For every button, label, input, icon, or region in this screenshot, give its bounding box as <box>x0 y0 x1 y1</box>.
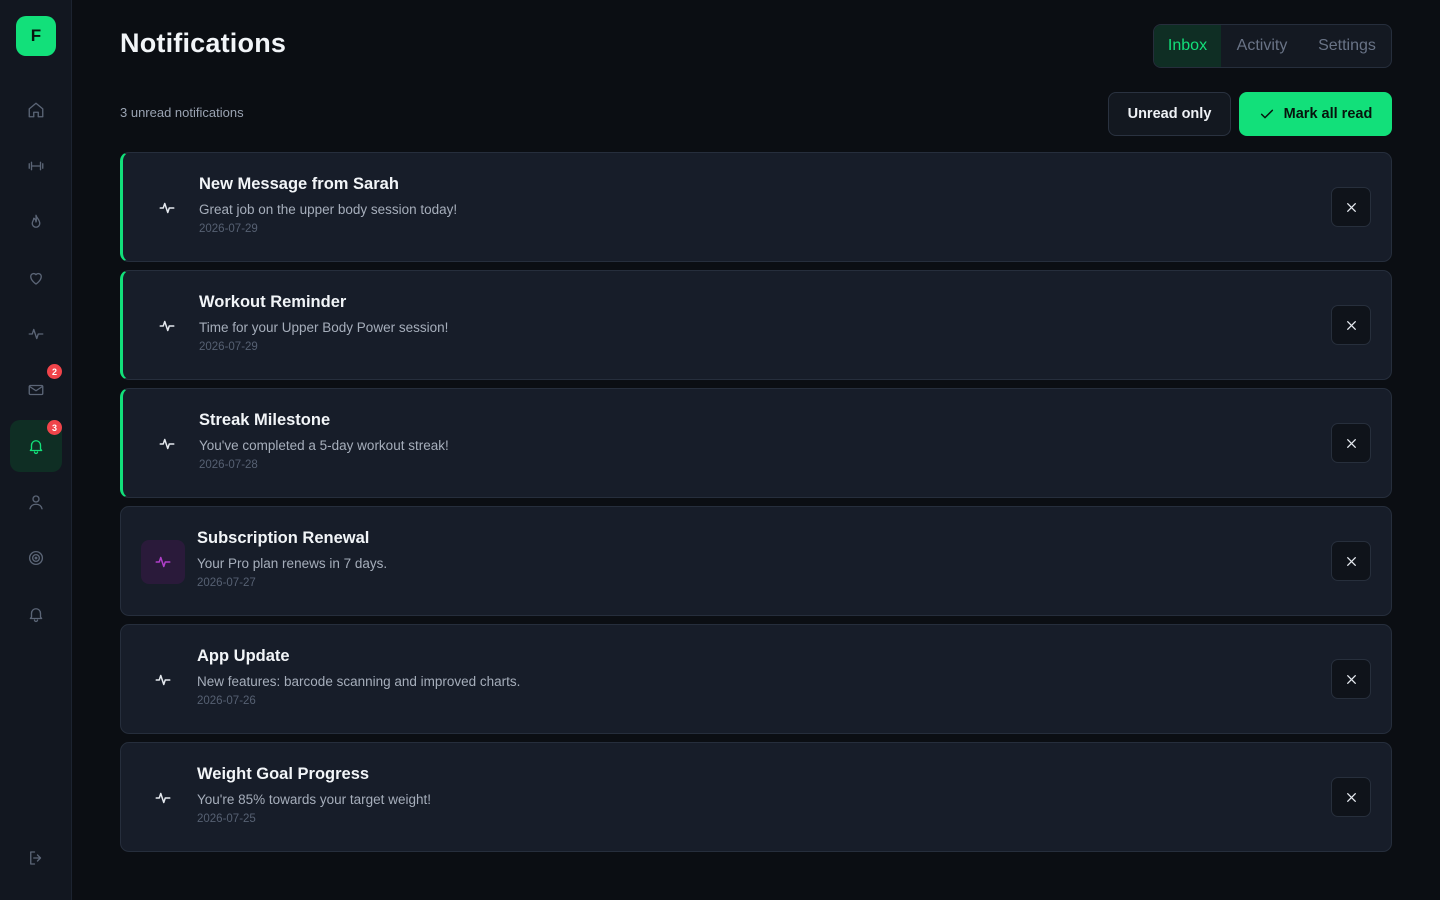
sidebar: F 2 3 <box>0 0 72 900</box>
notification-message: You're 85% towards your target weight! <box>197 792 431 807</box>
close-icon <box>1346 438 1356 448</box>
notification-icon <box>145 304 189 348</box>
sidebar-item-notifications[interactable]: 3 <box>10 420 62 472</box>
pulse-icon <box>28 328 44 340</box>
dismiss-button[interactable] <box>1331 541 1371 581</box>
notification-message: New features: barcode scanning and impro… <box>197 674 521 689</box>
page-title: Notifications <box>120 28 287 58</box>
notification-date: 2026-07-26 <box>197 695 256 707</box>
home-icon <box>28 102 44 118</box>
sidebar-item-health[interactable] <box>10 252 62 304</box>
notification-title: New Message from Sarah <box>199 175 399 193</box>
sidebar-item-home[interactable] <box>10 84 62 136</box>
notification-item[interactable]: Subscription Renewal Your Pro plan renew… <box>120 506 1392 616</box>
sidebar-item-goals[interactable] <box>10 532 62 584</box>
notifications-badge: 3 <box>47 420 62 435</box>
notification-content: App Update New features: barcode scannin… <box>197 647 520 707</box>
unread-count-text: 3 unread notifications <box>120 105 244 120</box>
target-icon <box>28 550 44 566</box>
notification-icon <box>141 658 185 702</box>
dumbbell-icon <box>28 161 44 171</box>
close-icon <box>1346 792 1356 802</box>
user-icon <box>29 495 43 510</box>
close-icon <box>1346 674 1356 684</box>
notification-message: Your Pro plan renews in 7 days. <box>197 556 388 571</box>
notification-title: Subscription Renewal <box>197 529 370 547</box>
sidebar-item-nutrition[interactable] <box>10 196 62 248</box>
dismiss-button[interactable] <box>1331 659 1371 699</box>
sidebar-item-messages[interactable]: 2 <box>10 364 62 416</box>
notification-icon <box>141 776 185 820</box>
sidebar-item-profile[interactable] <box>10 476 62 528</box>
app-logo[interactable]: F <box>16 16 56 56</box>
notification-title: Weight Goal Progress <box>197 765 370 783</box>
notification-message: You've completed a 5-day workout streak! <box>199 438 449 453</box>
unread-only-button[interactable]: Unread only <box>1108 92 1231 136</box>
notification-item[interactable]: Workout Reminder Time for your Upper Bod… <box>120 270 1392 380</box>
notification-item[interactable]: New Message from Sarah Great job on the … <box>120 152 1392 262</box>
notification-icon <box>145 422 189 466</box>
notification-content: Workout Reminder Time for your Upper Bod… <box>199 293 448 353</box>
notification-date: 2026-07-27 <box>197 577 256 589</box>
notification-content: Streak Milestone You've completed a 5-da… <box>199 411 449 471</box>
mark-all-read-button[interactable]: Mark all read <box>1239 92 1392 136</box>
close-icon <box>1346 202 1356 212</box>
notification-content: Subscription Renewal Your Pro plan renew… <box>197 529 387 589</box>
pulse-icon <box>155 792 171 804</box>
tab-inbox[interactable]: Inbox <box>1154 25 1221 67</box>
pulse-icon <box>159 438 175 450</box>
dismiss-button[interactable] <box>1331 423 1371 463</box>
sidebar-item-alerts[interactable] <box>10 588 62 640</box>
unread-only-label: Unread only <box>1127 106 1212 122</box>
bell-icon <box>29 440 43 455</box>
notification-icon <box>145 186 189 230</box>
notification-date: 2026-07-29 <box>199 341 258 353</box>
tab-bar: Inbox Activity Settings <box>1153 24 1392 68</box>
heart-icon <box>30 272 42 285</box>
tab-activity[interactable]: Activity <box>1221 25 1303 67</box>
dismiss-button[interactable] <box>1331 777 1371 817</box>
notification-message: Great job on the upper body session toda… <box>199 202 458 217</box>
notification-title: Streak Milestone <box>199 411 331 429</box>
dismiss-button[interactable] <box>1331 187 1371 227</box>
pulse-icon <box>159 202 175 214</box>
notification-item[interactable]: Weight Goal Progress You're 85% towards … <box>120 742 1392 852</box>
pulse-icon <box>155 674 171 686</box>
sidebar-item-workouts[interactable] <box>10 140 62 192</box>
sidebar-item-activity[interactable] <box>10 308 62 360</box>
notification-message: Time for your Upper Body Power session! <box>199 320 449 335</box>
close-icon <box>1346 320 1356 330</box>
notification-date: 2026-07-28 <box>199 459 258 471</box>
close-icon <box>1346 556 1356 566</box>
notification-item[interactable]: App Update New features: barcode scannin… <box>120 624 1392 734</box>
notification-item[interactable]: Streak Milestone You've completed a 5-da… <box>120 388 1392 498</box>
notification-content: New Message from Sarah Great job on the … <box>199 175 457 235</box>
logout-icon <box>30 851 42 865</box>
mark-all-read-label: Mark all read <box>1283 106 1373 122</box>
notification-title: App Update <box>197 647 290 665</box>
mail-icon <box>28 384 44 396</box>
flame-icon <box>31 214 41 228</box>
dismiss-button[interactable] <box>1331 305 1371 345</box>
check-icon <box>1260 109 1273 119</box>
notification-icon <box>141 540 185 584</box>
notification-content: Weight Goal Progress You're 85% towards … <box>197 765 431 825</box>
notification-date: 2026-07-25 <box>197 813 256 825</box>
bell-icon <box>29 608 43 623</box>
logout-button[interactable] <box>10 832 62 884</box>
tab-settings[interactable]: Settings <box>1303 25 1391 67</box>
notification-date: 2026-07-29 <box>199 223 258 235</box>
notification-title: Workout Reminder <box>199 293 347 311</box>
pulse-icon <box>155 556 171 568</box>
messages-badge: 2 <box>47 364 62 379</box>
pulse-icon <box>159 320 175 332</box>
